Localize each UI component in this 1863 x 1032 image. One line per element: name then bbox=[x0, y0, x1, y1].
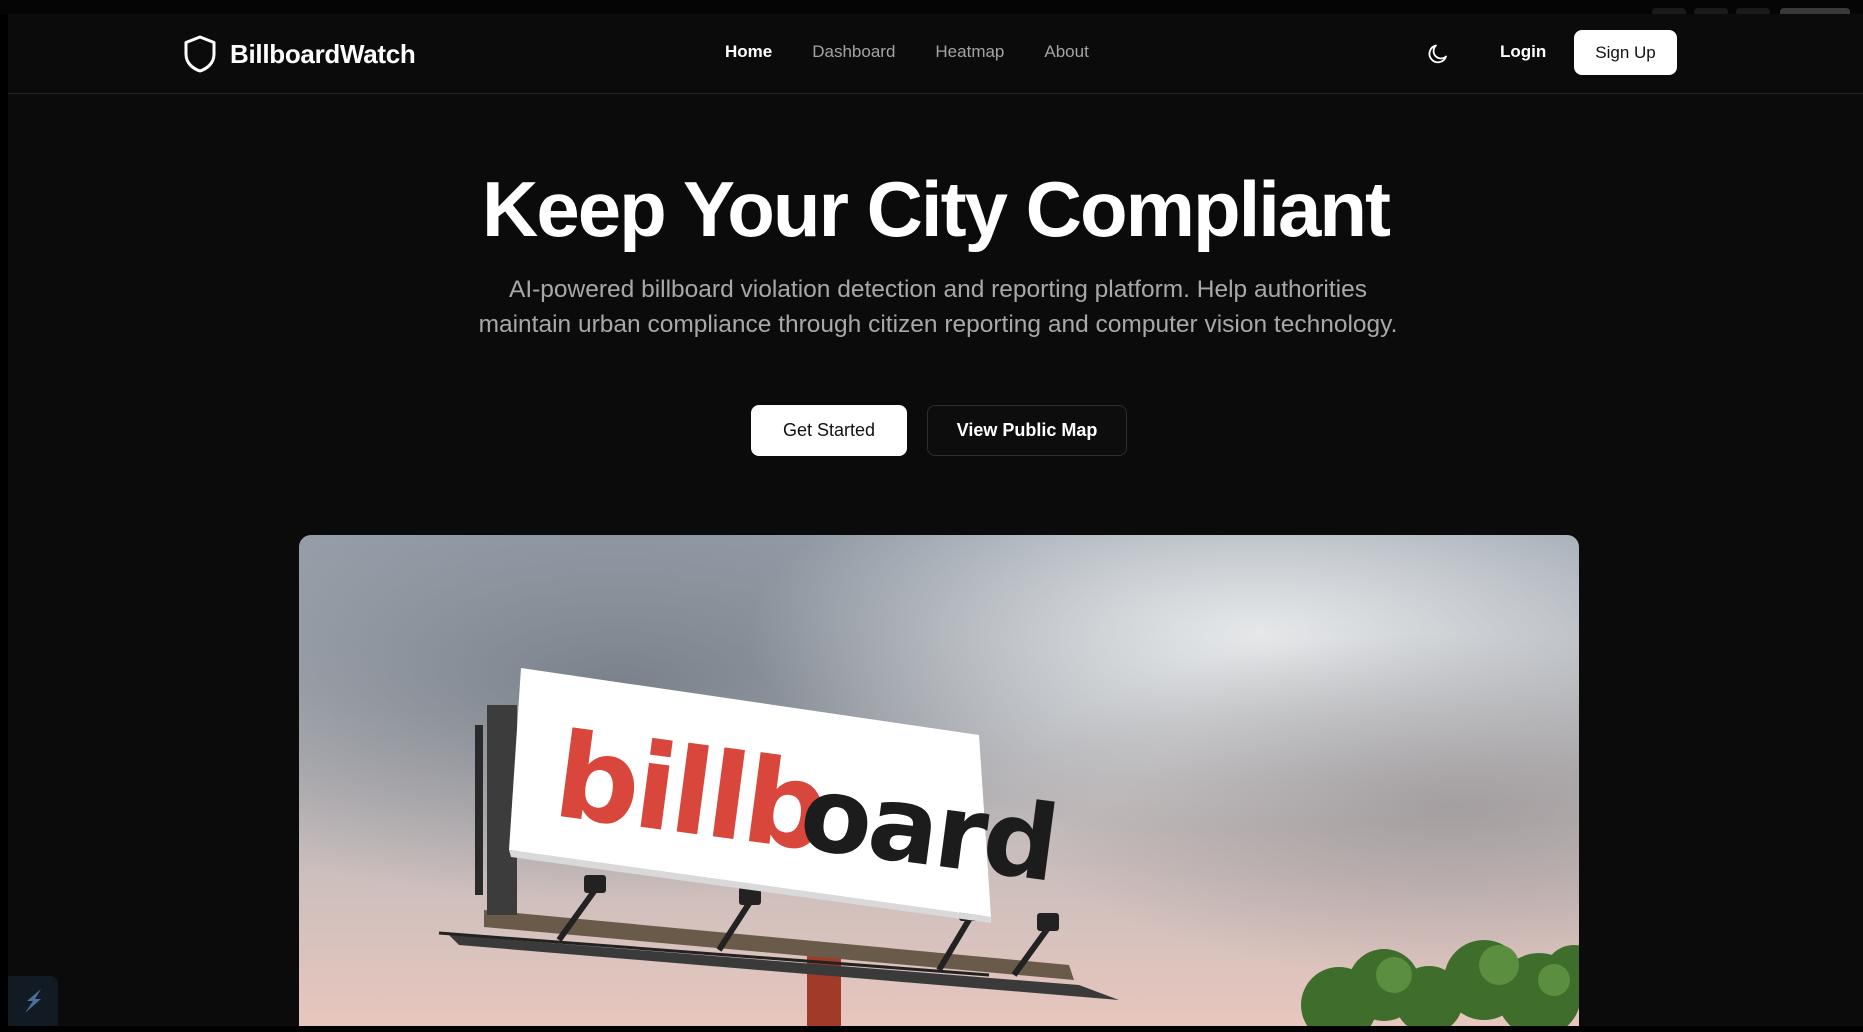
theme-toggle-button[interactable] bbox=[1426, 42, 1450, 66]
view-public-map-button[interactable]: View Public Map bbox=[927, 405, 1127, 456]
nav-link-about[interactable]: About bbox=[1044, 42, 1088, 62]
login-link[interactable]: Login bbox=[1500, 42, 1546, 62]
nav-link-dashboard[interactable]: Dashboard bbox=[812, 42, 895, 62]
window-top-strip bbox=[0, 0, 1863, 14]
bolt-icon bbox=[25, 989, 41, 1013]
brand-name: BillboardWatch bbox=[230, 38, 416, 69]
get-started-button[interactable]: Get Started bbox=[751, 405, 907, 456]
hero-title: Keep Your City Compliant bbox=[482, 165, 1391, 253]
top-navbar: BillboardWatch Home Dashboard Heatmap Ab… bbox=[8, 14, 1863, 94]
nav-link-home[interactable]: Home bbox=[725, 42, 772, 62]
shield-icon bbox=[184, 35, 216, 73]
hero-subtitle: AI-powered billboard violation detection… bbox=[478, 276, 1398, 338]
hero-cta-group: Get Started View Public Map bbox=[751, 405, 1127, 456]
moon-icon bbox=[1428, 44, 1447, 64]
nav-link-heatmap[interactable]: Heatmap bbox=[935, 42, 1004, 62]
dev-tools-badge[interactable] bbox=[8, 976, 58, 1026]
main-nav: Home Dashboard Heatmap About bbox=[725, 42, 1089, 62]
billboard-photo: billb oard bbox=[299, 535, 1579, 1026]
signup-button[interactable]: Sign Up bbox=[1574, 30, 1677, 75]
page: BillboardWatch Home Dashboard Heatmap Ab… bbox=[8, 14, 1863, 1026]
brand-logo[interactable]: BillboardWatch bbox=[182, 34, 416, 74]
hero-billboard-image: billb oard bbox=[299, 535, 1579, 1026]
